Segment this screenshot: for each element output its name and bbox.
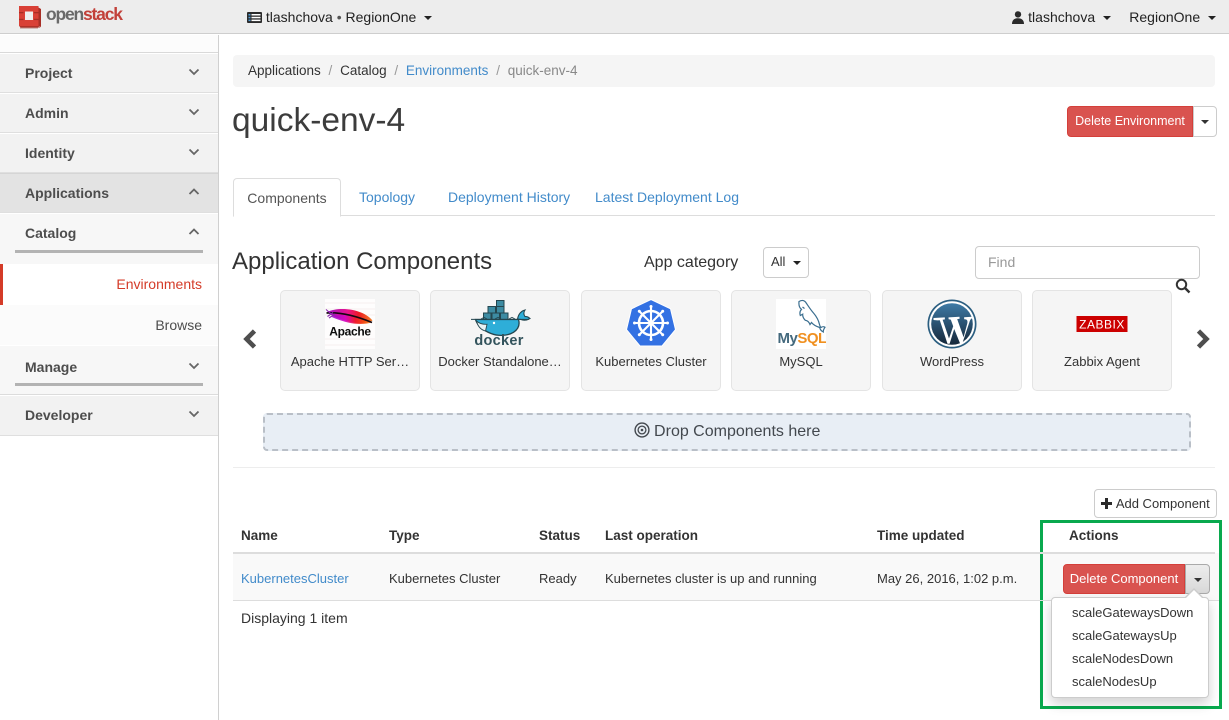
svg-text:MySQL.: MySQL. (778, 330, 827, 347)
svg-text:docker: docker (474, 333, 523, 349)
svg-text:Apache: Apache (329, 325, 371, 339)
svg-text:ZABBIX: ZABBIX (1079, 318, 1125, 332)
